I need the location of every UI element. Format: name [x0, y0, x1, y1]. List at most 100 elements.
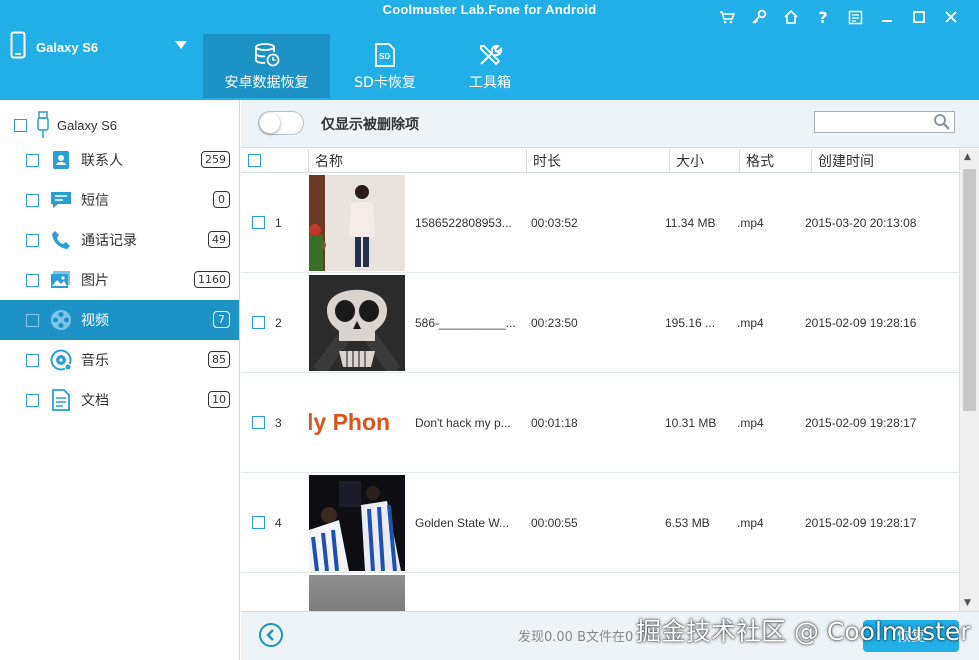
duration: 00:00:55	[531, 515, 578, 530]
sidebar-item-label: 通话记录	[81, 233, 137, 249]
row-checkbox-cell	[241, 316, 275, 329]
file-name: Golden State W...	[415, 515, 510, 530]
count-badge: 85	[208, 351, 230, 368]
select-all-checkbox[interactable]	[248, 154, 261, 167]
deleted-only-label: 仅显示被删除项	[321, 117, 419, 133]
tab-label: SD卡恢复	[354, 75, 416, 91]
tab-sd-recovery[interactable]: SD SD卡恢复	[330, 34, 440, 98]
vertical-scrollbar[interactable]: ▲ ▼	[959, 149, 979, 611]
tab-label: 安卓数据恢复	[224, 75, 309, 91]
scroll-down-icon[interactable]: ▼	[964, 598, 971, 608]
home-icon[interactable]	[775, 6, 807, 28]
sidebar-item-videos[interactable]: 视频 7	[0, 300, 239, 340]
row-number: 2	[275, 315, 282, 330]
back-arrow-icon[interactable]	[259, 623, 283, 647]
key-icon[interactable]	[743, 6, 775, 28]
file-name: 586-__________...	[415, 315, 516, 330]
row-checkbox[interactable]	[251, 316, 265, 329]
file-size: 6.53 MB	[665, 515, 710, 530]
sidebar-item-music[interactable]: 音乐 85	[0, 340, 239, 380]
sidebar-root-label: Galaxy S6	[57, 117, 117, 133]
sidebar-item-label: 文档	[81, 393, 109, 409]
sidebar-item-label: 联系人	[81, 153, 123, 169]
chevron-down-icon[interactable]	[175, 40, 187, 53]
tab-toolbox[interactable]: 工具箱	[440, 34, 540, 98]
duration: 00:03:52	[531, 215, 578, 230]
header-size[interactable]: 大小	[670, 149, 740, 173]
deleted-only-toggle[interactable]	[258, 111, 304, 135]
tab-android-recovery[interactable]: 安卓数据恢复	[203, 34, 330, 98]
checkbox[interactable]	[14, 118, 27, 132]
count-badge: 259	[201, 151, 230, 168]
scrollbar-thumb[interactable]	[963, 169, 976, 411]
row-number: 4	[275, 515, 282, 530]
header-select-all[interactable]	[241, 149, 309, 173]
duration: 00:01:18	[531, 415, 578, 430]
count-badge: 0	[213, 191, 230, 208]
svg-text:SD: SD	[379, 52, 390, 61]
header-duration[interactable]: 时长	[527, 149, 670, 173]
row-checkbox[interactable]	[251, 416, 265, 429]
video-thumbnail-basketball	[309, 474, 405, 571]
minimize-icon[interactable]	[871, 6, 903, 28]
sidebar-item-sms[interactable]: 短信 0	[0, 180, 239, 220]
file-size: 195.16 ...	[665, 315, 716, 330]
sidebar-item-contacts[interactable]: 联系人 259	[0, 140, 239, 180]
sidebar-item-photos[interactable]: 图片 1160	[0, 260, 239, 300]
file-format: .mp4	[737, 515, 764, 530]
feedback-icon[interactable]	[839, 6, 871, 28]
help-icon[interactable]: ?	[807, 6, 839, 28]
search-input[interactable]	[814, 111, 955, 133]
row-checkbox[interactable]	[251, 516, 265, 529]
file-name: Don't hack my p...	[415, 415, 511, 430]
checkbox[interactable]	[26, 193, 39, 207]
watermark: 掘金技术社区 @ Coolmuster	[636, 617, 971, 646]
sidebar-list: 联系人 259 短信 0 通话记录 49 图片 1160 视频 7 音乐 85 …	[0, 140, 239, 420]
window-controls: ?	[711, 6, 967, 28]
phone-icon	[50, 229, 72, 251]
phone-device-icon	[10, 31, 26, 63]
thumbnail-caption: ly Phon	[309, 409, 391, 435]
header-created[interactable]: 创建时间	[812, 149, 959, 173]
row-number: 3	[275, 415, 282, 430]
video-thumbnail-woman	[309, 174, 405, 271]
sidebar: Galaxy S6 联系人 259 短信 0 通话记录 49 图片 1160 视…	[0, 100, 240, 660]
sidebar-item-label: 短信	[81, 193, 109, 209]
sidebar-item-call-log[interactable]: 通话记录 49	[0, 220, 239, 260]
search-icon[interactable]	[933, 113, 951, 135]
row-checkbox[interactable]	[251, 216, 265, 229]
header-format[interactable]: 格式	[740, 149, 812, 173]
count-badge: 10	[208, 391, 230, 408]
header-name[interactable]: 名称	[309, 149, 527, 173]
checkbox[interactable]	[26, 353, 39, 367]
close-icon[interactable]	[935, 6, 967, 28]
video-table: 名称 时长 大小 格式 创建时间 1 1586522808953... 00:0…	[241, 149, 959, 611]
table-row[interactable]	[241, 573, 959, 611]
checkbox[interactable]	[26, 393, 39, 407]
count-badge: 1160	[194, 271, 230, 288]
created-time: 2015-02-09 19:28:17	[805, 515, 917, 530]
table-row[interactable]: 4 Golden State W... 00:00:55 6.53 MB .mp…	[241, 473, 959, 573]
table-row[interactable]: 3 ly Phon Don't hack my p... 00:01:18 10…	[241, 373, 959, 473]
sms-icon	[50, 189, 72, 211]
checkbox[interactable]	[26, 153, 39, 167]
video-icon	[50, 309, 72, 331]
music-icon	[50, 349, 72, 371]
device-selector[interactable]: Galaxy S6	[10, 30, 195, 64]
sidebar-item-documents[interactable]: 文档 10	[0, 380, 239, 420]
contacts-icon	[50, 149, 72, 171]
checkbox[interactable]	[26, 233, 39, 247]
maximize-icon[interactable]	[903, 6, 935, 28]
document-icon	[50, 389, 72, 411]
checkbox[interactable]	[26, 313, 39, 327]
sidebar-root-device[interactable]: Galaxy S6	[14, 108, 117, 142]
cart-icon[interactable]	[711, 6, 743, 28]
table-row[interactable]: 1 1586522808953... 00:03:52 11.34 MB .mp…	[241, 173, 959, 273]
video-thumbnail-text: ly Phon	[309, 374, 405, 471]
table-row[interactable]: 2 586-__________... 00:23:50 195.16 ... …	[241, 273, 959, 373]
checkbox[interactable]	[26, 273, 39, 287]
scroll-up-icon[interactable]: ▲	[964, 152, 971, 162]
main-tabs: 安卓数据恢复 SD SD卡恢复 工具箱	[203, 34, 540, 98]
toggle-knob	[260, 113, 280, 133]
file-name: 1586522808953...	[415, 215, 512, 230]
